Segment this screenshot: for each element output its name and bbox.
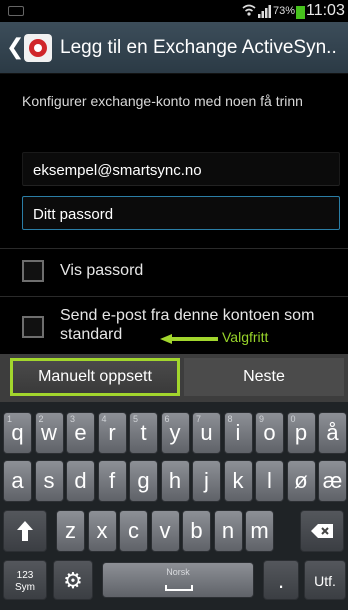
key-number-hint: 8 [227, 414, 233, 424]
arrow-left-icon [160, 334, 218, 344]
key-z[interactable]: z [56, 510, 85, 552]
back-arrow-icon[interactable]: ❮ [6, 36, 24, 58]
key-t[interactable]: 5t [129, 412, 158, 454]
manual-setup-button[interactable]: Manuelt oppsett [10, 358, 180, 396]
key-label: u [200, 420, 213, 445]
backspace-icon [311, 524, 333, 538]
key-c[interactable]: c [119, 510, 148, 552]
key-label: e [74, 420, 87, 445]
key-label: å [326, 420, 339, 445]
page-title: Legg til en Exchange ActiveSyn.. [60, 37, 337, 58]
key-number-hint: 3 [70, 414, 76, 424]
on-screen-keyboard: 1q2w3e4r5t6y7u8i9o0påasdfghjkløæzxcvbnm1… [0, 402, 348, 610]
email-field[interactable]: eksempel@smartsync.no [22, 152, 340, 186]
key-h[interactable]: h [160, 460, 190, 502]
battery-icon [296, 4, 305, 19]
period-key[interactable]: . [263, 560, 299, 600]
key-i[interactable]: 8i [223, 412, 253, 454]
password-field[interactable]: Ditt passord [22, 196, 340, 230]
done-key[interactable]: Utf. [304, 560, 346, 600]
account-setup-form: Konfigurer exchange-konto med noen få tr… [0, 74, 348, 354]
key-number-hint: 2 [38, 414, 44, 424]
key-p[interactable]: 0p [286, 412, 316, 454]
show-password-label: Vis passord [60, 262, 144, 279]
notification-icon [8, 6, 24, 16]
key-f[interactable]: f [97, 460, 127, 502]
key-label: t [140, 420, 147, 445]
key-y[interactable]: 6y [160, 412, 190, 454]
key-k[interactable]: k [223, 460, 253, 502]
key-j[interactable]: j [192, 460, 221, 502]
key-b[interactable]: b [182, 510, 211, 552]
key-label: q [11, 420, 24, 445]
key-label: y [169, 420, 181, 445]
instruction-text: Konfigurer exchange-konto med noen få tr… [22, 93, 303, 109]
optional-annotation: Valgfritt [222, 329, 269, 345]
key-x[interactable]: x [87, 510, 117, 552]
key-m[interactable]: m [245, 510, 274, 552]
key-o[interactable]: 9o [255, 412, 284, 454]
key-number-hint: 4 [101, 414, 107, 424]
key-number-hint: 1 [7, 414, 13, 424]
key-label: o [263, 420, 276, 445]
backspace-key[interactable] [300, 510, 344, 552]
key-r[interactable]: 4r [97, 412, 127, 454]
key-s[interactable]: s [34, 460, 64, 502]
email-app-icon[interactable] [24, 34, 52, 62]
key-ø[interactable]: ø [286, 460, 316, 502]
send-default-checkbox[interactable] [22, 316, 44, 338]
divider [0, 296, 348, 297]
key-number-hint: 6 [164, 414, 170, 424]
key-å[interactable]: å [318, 412, 347, 454]
key-e[interactable]: 3e [66, 412, 95, 454]
key-number-hint: 7 [196, 414, 202, 424]
divider [0, 248, 348, 249]
key-a[interactable]: a [3, 460, 32, 502]
key-label: r [108, 420, 116, 445]
key-g[interactable]: g [129, 460, 158, 502]
signal-icon [258, 5, 271, 18]
action-bar: ❮ Legg til en Exchange ActiveSyn.. [0, 22, 348, 74]
key-u[interactable]: 7u [192, 412, 221, 454]
sym-key[interactable]: 123 Sym [3, 560, 47, 600]
shift-arrow-icon [17, 521, 33, 541]
key-label: p [294, 420, 308, 445]
key-v[interactable]: v [150, 510, 180, 552]
key-number-hint: 9 [259, 414, 265, 424]
wifi-icon [242, 4, 256, 16]
battery-percent: 73% [273, 5, 296, 17]
space-language-label: Norsk [166, 567, 190, 577]
key-æ[interactable]: æ [318, 460, 347, 502]
space-key[interactable]: Norsk [102, 562, 254, 598]
show-password-checkbox[interactable] [22, 260, 44, 282]
key-n[interactable]: n [213, 510, 243, 552]
key-q[interactable]: 1q [3, 412, 32, 454]
button-bar: Manuelt oppsett Neste [0, 354, 348, 402]
space-bar-icon [165, 585, 193, 591]
gear-icon: ⚙ [63, 568, 83, 593]
settings-key[interactable]: ⚙ [53, 560, 93, 600]
key-w[interactable]: 2w [34, 412, 64, 454]
key-number-hint: 0 [290, 414, 296, 424]
key-d[interactable]: d [66, 460, 95, 502]
clock: 11:03 [306, 2, 345, 19]
next-button[interactable]: Neste [184, 358, 344, 396]
status-bar: 73% 11:03 [0, 0, 348, 22]
key-label: i [235, 420, 241, 445]
shift-key[interactable] [3, 510, 47, 552]
key-number-hint: 5 [133, 414, 139, 424]
key-l[interactable]: l [255, 460, 284, 502]
